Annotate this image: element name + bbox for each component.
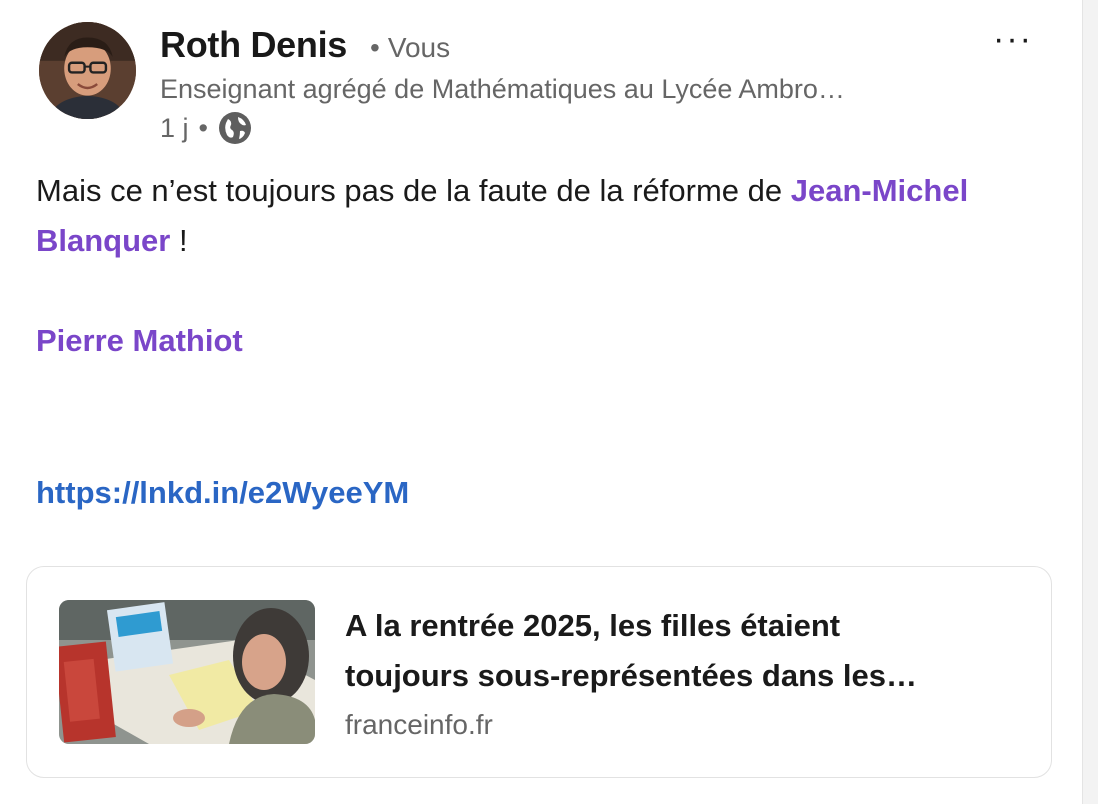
scrollbar[interactable] (1082, 0, 1098, 804)
thumbnail-image (59, 600, 315, 744)
post-body: Mais ce n’est toujours pas de la faute d… (36, 166, 1046, 366)
article-thumbnail[interactable] (59, 600, 315, 744)
globe-icon (218, 111, 252, 145)
mention-pierre-mathiot[interactable]: Pierre Mathiot (36, 323, 243, 358)
relation-label: Vous (387, 32, 451, 63)
author-name[interactable]: Roth Denis (160, 24, 347, 66)
post-url-link[interactable]: https://lnkd.in/e2WyeeYM (36, 468, 409, 518)
post-meta: 1 j • (160, 110, 252, 146)
link-preview-card[interactable]: A la rentrée 2025, les filles étaient to… (26, 566, 1052, 778)
separator-dot: • (370, 32, 380, 63)
avatar-photo (39, 22, 136, 119)
article-title-line-1: A la rentrée 2025, les filles étaient (345, 608, 841, 643)
linkedin-post: Roth Denis • Vous Enseignant agrégé de Ma… (0, 0, 1082, 804)
more-options-button[interactable]: ··· (990, 22, 1036, 56)
author-avatar[interactable] (39, 22, 136, 119)
article-title-line-2: toujours sous-représentées dans les… (345, 658, 917, 693)
post-time: 1 j (160, 112, 189, 143)
author-relation: • Vous (370, 30, 450, 66)
post-text-before: Mais ce n’est toujours pas de la faute d… (36, 173, 791, 208)
article-title[interactable]: A la rentrée 2025, les filles étaient to… (345, 601, 1035, 701)
article-source: franceinfo.fr (345, 709, 493, 740)
post-text-after: ! (170, 223, 188, 258)
separator-dot: • (198, 112, 208, 143)
author-headline: Enseignant agrégé de Mathématiques au Ly… (160, 74, 845, 104)
